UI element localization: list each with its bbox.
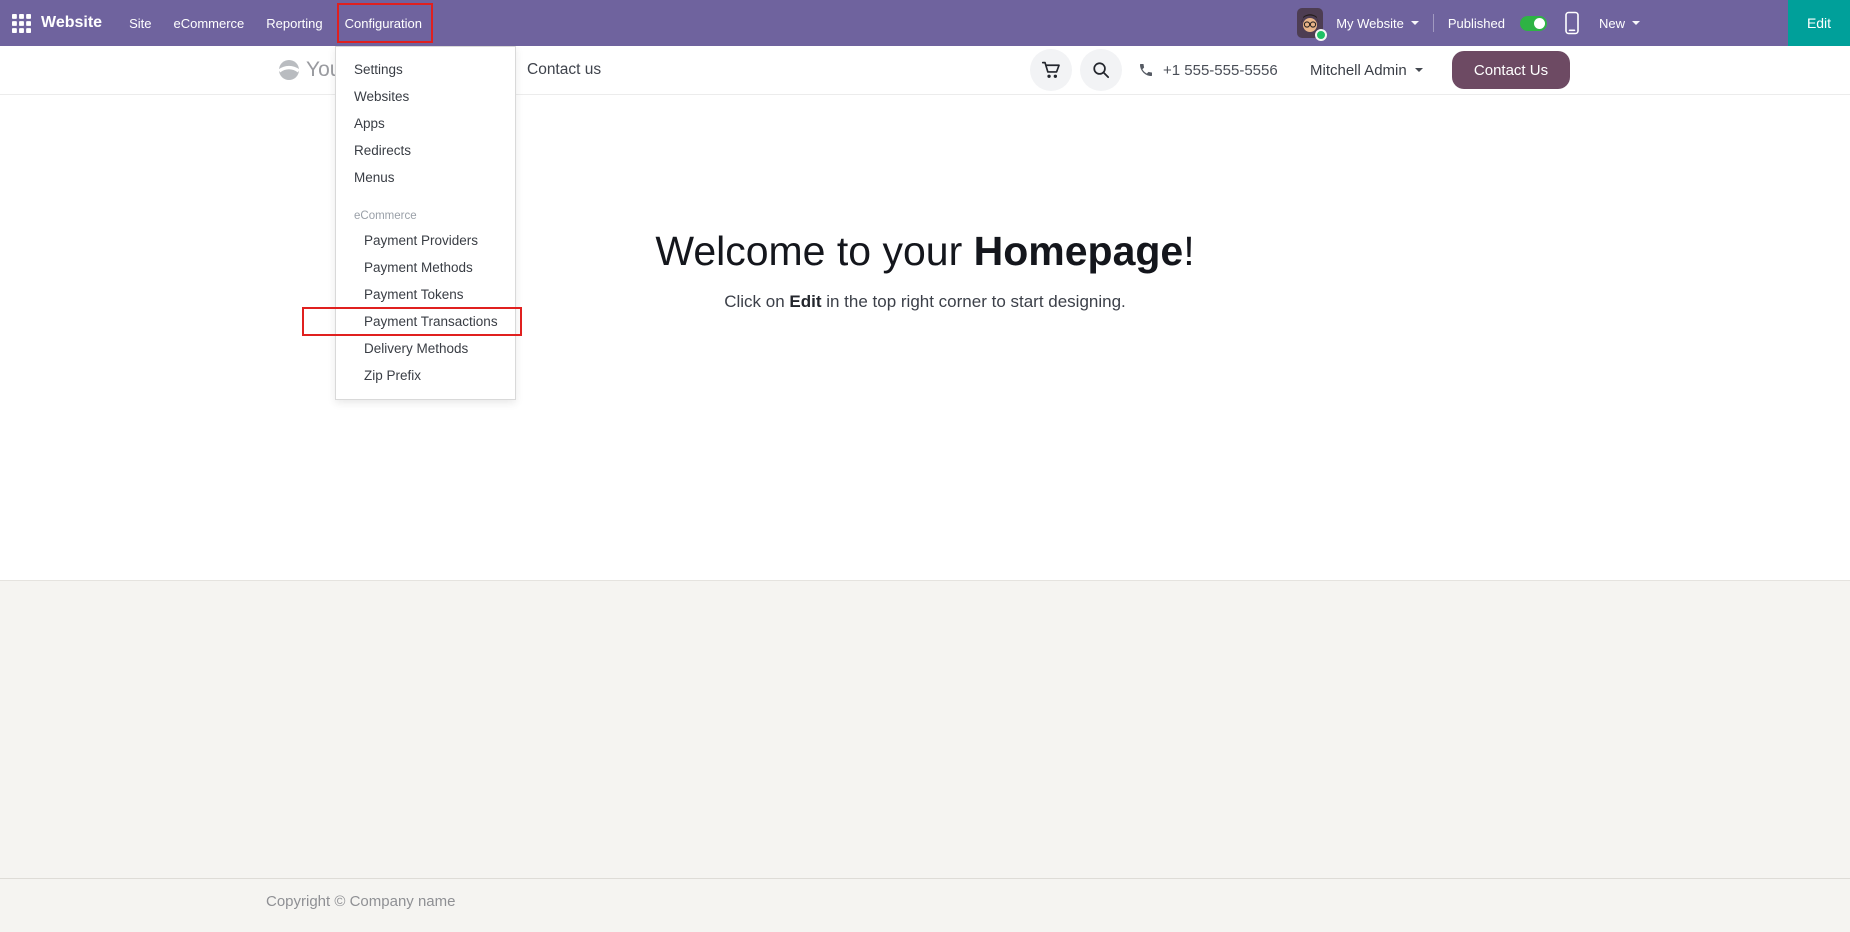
mobile-phone-icon xyxy=(1565,11,1579,35)
search-button[interactable] xyxy=(1080,49,1122,91)
user-menu[interactable]: Mitchell Admin xyxy=(1310,46,1423,94)
footer-divider xyxy=(0,878,1850,879)
dropdown-section-ecommerce: eCommerce xyxy=(336,204,515,227)
dropdown-item-payment-tokens[interactable]: Payment Tokens xyxy=(336,281,515,308)
mobile-preview-button[interactable] xyxy=(1565,11,1579,35)
dropdown-item-settings[interactable]: Settings xyxy=(336,56,515,83)
website-switcher[interactable]: My Website xyxy=(1336,16,1419,31)
chevron-down-icon xyxy=(1415,68,1423,72)
chevron-down-icon xyxy=(1411,21,1419,25)
page-subtitle-suffix: in the top right corner to start designi… xyxy=(822,292,1126,311)
apps-grid-icon[interactable] xyxy=(12,14,31,33)
dropdown-item-apps[interactable]: Apps xyxy=(336,110,515,137)
nav-item-reporting[interactable]: Reporting xyxy=(255,0,333,46)
page-subtitle-prefix: Click on xyxy=(724,292,789,311)
user-menu-label: Mitchell Admin xyxy=(1310,62,1407,79)
dropdown-item-menus[interactable]: Menus xyxy=(336,164,515,191)
chevron-down-icon xyxy=(1632,21,1640,25)
topnav-right: My Website Published New Edit xyxy=(1297,0,1850,46)
dropdown-item-websites[interactable]: Websites xyxy=(336,83,515,110)
dropdown-item-payment-transactions[interactable]: Payment Transactions xyxy=(336,308,515,335)
header-phone-link[interactable]: +1 555-555-5556 xyxy=(1138,46,1278,94)
page-subtitle-bold: Edit xyxy=(789,292,821,311)
nav-item-ecommerce[interactable]: eCommerce xyxy=(162,0,255,46)
page-subtitle: Click on Edit in the top right corner to… xyxy=(0,292,1850,312)
nav-item-configuration-label: Configuration xyxy=(345,16,422,31)
website-switcher-label: My Website xyxy=(1336,16,1404,31)
online-status-dot xyxy=(1315,29,1327,41)
published-label: Published xyxy=(1448,16,1505,31)
dropdown-item-zip-prefix[interactable]: Zip Prefix xyxy=(336,362,515,389)
page-title: Welcome to your Homepage! xyxy=(0,229,1850,274)
page-title-bold: Homepage xyxy=(974,228,1184,274)
avatar[interactable] xyxy=(1297,8,1323,38)
dropdown-item-redirects[interactable]: Redirects xyxy=(336,137,515,164)
site-footer: Useful Links Home About us Products Serv… xyxy=(0,580,1850,932)
app-name[interactable]: Website xyxy=(41,14,102,32)
published-toggle[interactable] xyxy=(1520,16,1547,31)
cart-button[interactable] xyxy=(1030,49,1072,91)
header-phone-number: +1 555-555-5556 xyxy=(1163,62,1278,79)
dropdown-item-delivery-methods[interactable]: Delivery Methods xyxy=(336,335,515,362)
toggle-knob xyxy=(1534,18,1545,29)
edit-button[interactable]: Edit xyxy=(1788,0,1850,46)
dropdown-item-payment-transactions-label: Payment Transactions xyxy=(364,314,498,329)
search-icon xyxy=(1091,60,1111,80)
divider xyxy=(1433,14,1434,32)
topnav-left: Website Site eCommerce Reporting Configu… xyxy=(0,0,433,46)
nav-contact-us[interactable]: Contact us xyxy=(527,46,601,94)
logo-sphere-icon xyxy=(278,59,300,81)
top-navbar: Website Site eCommerce Reporting Configu… xyxy=(0,0,1850,46)
dropdown-item-payment-providers[interactable]: Payment Providers xyxy=(336,227,515,254)
page-title-prefix: Welcome to your xyxy=(655,228,973,274)
new-button[interactable]: New xyxy=(1599,16,1640,31)
cart-icon xyxy=(1041,60,1062,81)
nav-item-configuration[interactable]: Configuration xyxy=(334,0,433,46)
phone-icon xyxy=(1138,62,1154,78)
contact-us-button[interactable]: Contact Us xyxy=(1452,51,1570,89)
copyright-text: Copyright © Company name xyxy=(266,893,455,910)
dropdown-item-payment-methods[interactable]: Payment Methods xyxy=(336,254,515,281)
nav-item-site[interactable]: Site xyxy=(118,0,162,46)
odoo-website-screen: Website Site eCommerce Reporting Configu… xyxy=(0,0,1850,932)
page-title-suffix: ! xyxy=(1183,228,1194,274)
configuration-dropdown: Settings Websites Apps Redirects Menus e… xyxy=(335,46,516,400)
site-header: YourCompany Contact us +1 555-555-5556 M… xyxy=(0,46,1850,95)
new-button-label: New xyxy=(1599,16,1625,31)
publish-control: Published xyxy=(1448,16,1547,31)
